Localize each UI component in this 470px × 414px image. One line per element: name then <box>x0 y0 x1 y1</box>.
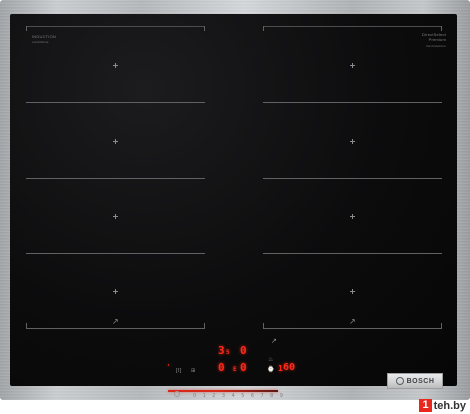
slider-digit[interactable]: 6 <box>251 393 254 399</box>
zone-power-display-bottom-sub: E <box>233 366 237 373</box>
slider-scale: 0 1 2 3 4 5 6 7 8 9 <box>193 393 283 399</box>
zone-center-mark <box>350 63 356 69</box>
touch-slider[interactable] <box>168 390 278 392</box>
zone-boundary-left-2 <box>26 178 205 179</box>
zone-bracket <box>204 26 205 31</box>
zone-boundary-right-1 <box>263 102 442 103</box>
zone-boundary-right-3 <box>263 253 442 254</box>
zone-center-mark <box>350 214 356 220</box>
zone-center-mark <box>113 63 119 69</box>
zone-boundary-left-1 <box>26 102 205 103</box>
zone-boundary-right-top <box>263 26 442 27</box>
slider-digit[interactable]: 7 <box>260 393 263 399</box>
slider-digit[interactable]: 0 <box>193 393 196 399</box>
zone-power-display-top-sub: 5 <box>226 349 230 356</box>
site-watermark: 1 teh.by <box>419 399 466 412</box>
flex-zone-icon: ↗ <box>349 317 356 326</box>
zone-boundary-right-bottom <box>263 328 442 329</box>
timer-display: 60 <box>283 362 296 373</box>
clock-button[interactable]: ⌚ <box>267 367 274 373</box>
stainless-steel-frame: INDUCTION combiZone DirectSelect Premium… <box>0 0 470 400</box>
hot-indicator: ▴ <box>167 362 171 368</box>
zone-level-display-top: 0 <box>240 344 247 357</box>
zone-bracket <box>441 26 442 31</box>
slider-digit[interactable]: 1 <box>203 393 206 399</box>
zone-center-mark <box>113 289 119 295</box>
zone-bracket <box>441 323 442 328</box>
slider-digit[interactable]: 3 <box>222 393 225 399</box>
zone-sublabel-right: flexInduction <box>426 44 446 48</box>
slider-digit[interactable]: 8 <box>270 393 273 399</box>
zone-bracket <box>204 323 205 328</box>
glass-ceramic-surface: INDUCTION combiZone DirectSelect Premium… <box>10 14 457 399</box>
slider-digit[interactable]: 9 <box>280 393 283 399</box>
zone-label-left: INDUCTION <box>32 34 57 39</box>
bosch-armature-icon <box>395 377 404 385</box>
zone-bracket <box>263 26 264 31</box>
brand-name: BOSCH <box>406 377 435 385</box>
slider-digit[interactable]: 2 <box>212 393 215 399</box>
zone-bracket <box>26 323 27 328</box>
zone-power-display-top: 3 <box>218 344 225 357</box>
menu-button[interactable]: ⊞ <box>191 368 195 374</box>
zone-boundary-left-top <box>26 26 205 27</box>
lock-button[interactable]: [I] <box>176 368 181 374</box>
zone-boundary-left-3 <box>26 253 205 254</box>
brand-plate: BOSCH <box>387 373 443 389</box>
flex-zone-icon: ↗ <box>271 338 277 345</box>
zone-sublabel-left: combiZone <box>32 40 49 44</box>
slider-digit[interactable]: 5 <box>241 393 244 399</box>
zone-boundary-right-2 <box>263 178 442 179</box>
heat-function-button[interactable]: ♨ <box>268 357 273 363</box>
zone-boundary-left-bottom <box>26 328 205 329</box>
zone-bracket <box>263 323 264 328</box>
zone-center-mark <box>350 139 356 145</box>
zone-center-mark <box>350 289 356 295</box>
zone-power-display-bottom: 0 <box>218 361 225 374</box>
watermark-highlight: 1 <box>419 399 432 412</box>
slider-digit[interactable]: 4 <box>232 393 235 399</box>
zone-label-right: DirectSelect Premium <box>422 32 446 42</box>
zone-center-mark <box>113 139 119 145</box>
watermark-text: teh.by <box>433 399 466 412</box>
zone-level-display-bottom: 0 <box>240 361 247 374</box>
flex-zone-icon: ↗ <box>112 317 119 326</box>
zone-bracket <box>26 26 27 31</box>
power-icon[interactable] <box>174 391 180 397</box>
zone-center-mark <box>113 214 119 220</box>
